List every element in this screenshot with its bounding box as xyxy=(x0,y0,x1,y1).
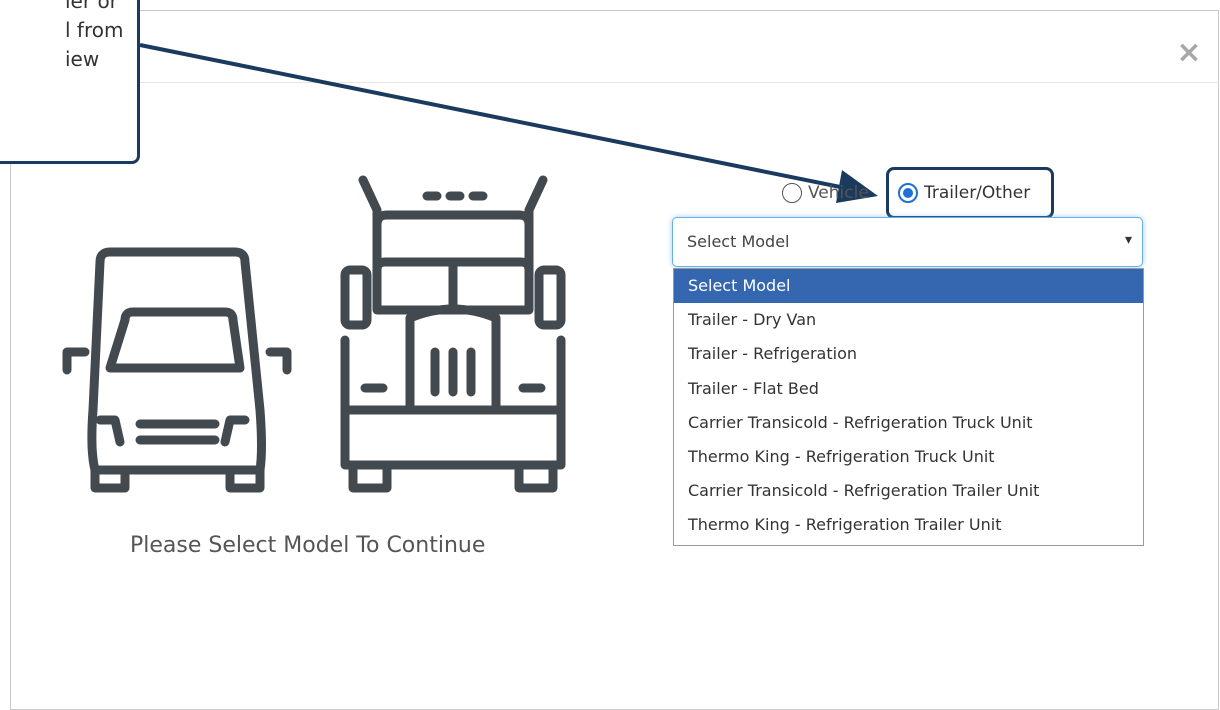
option-carrier-truck-unit[interactable]: Carrier Transicold - Refrigeration Truck… xyxy=(674,406,1143,440)
callout-text: ler or l from iew xyxy=(65,0,124,71)
radio-vehicle[interactable]: Vehicle xyxy=(782,178,869,208)
modal-header-divider xyxy=(11,82,1219,83)
option-trailer-dry-van[interactable]: Trailer - Dry Van xyxy=(674,303,1143,337)
model-dropdown-list: Select Model Trailer - Dry Van Trailer -… xyxy=(673,268,1144,546)
model-select-value: Select Model xyxy=(687,232,790,251)
model-select[interactable]: Select Model ▾ xyxy=(672,217,1143,267)
trailer-highlight-box xyxy=(886,167,1054,219)
option-carrier-trailer-unit[interactable]: Carrier Transicold - Refrigeration Trail… xyxy=(674,474,1143,508)
close-icon[interactable]: × xyxy=(1174,38,1204,68)
option-thermo-king-trailer-unit[interactable]: Thermo King - Refrigeration Trailer Unit xyxy=(674,508,1143,542)
van-icon xyxy=(62,247,292,493)
radio-vehicle-label: Vehicle xyxy=(808,183,869,203)
radio-vehicle-control[interactable] xyxy=(782,183,802,203)
option-trailer-refrigeration[interactable]: Trailer - Refrigeration xyxy=(674,337,1143,371)
option-select-model[interactable]: Select Model xyxy=(674,269,1143,304)
instruction-callout: ler or l from iew xyxy=(0,0,140,164)
continue-instruction: Please Select Model To Continue xyxy=(130,533,486,558)
vehicle-illustration xyxy=(62,175,566,493)
option-thermo-king-truck-unit[interactable]: Thermo King - Refrigeration Truck Unit xyxy=(674,440,1143,474)
semi-truck-icon xyxy=(340,175,566,493)
chevron-down-icon: ▾ xyxy=(1124,232,1132,248)
option-trailer-flat-bed[interactable]: Trailer - Flat Bed xyxy=(674,372,1143,406)
